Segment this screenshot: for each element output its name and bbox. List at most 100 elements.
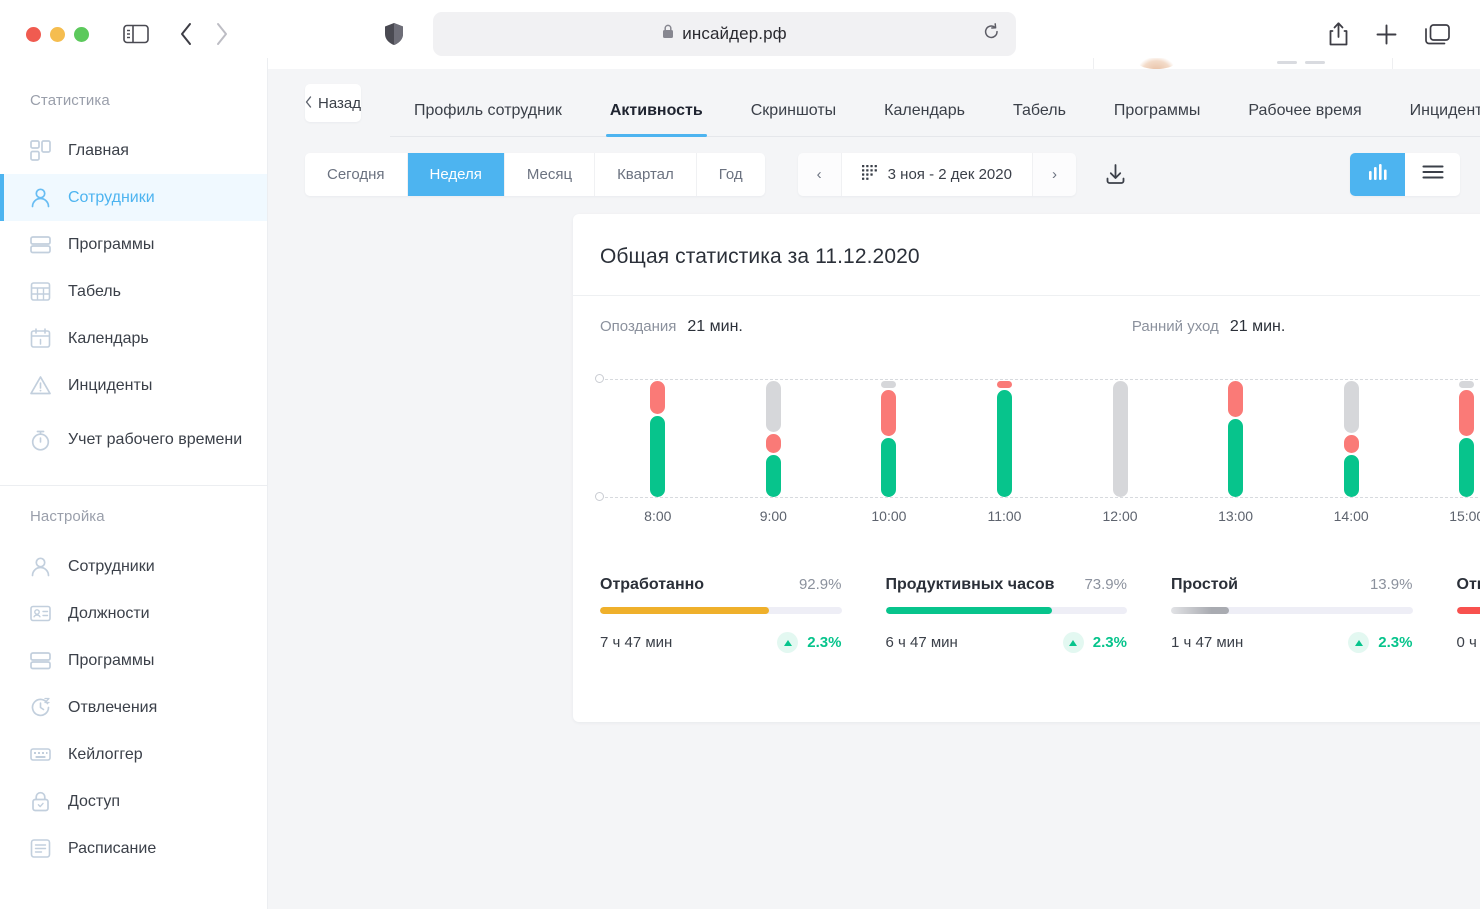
- sidebar-item-uchet-rabochego-vremeni[interactable]: Учет рабочего времени: [0, 409, 267, 471]
- sidebar-item-kalendar[interactable]: Календарь: [0, 315, 267, 362]
- chart-bar-column: [716, 379, 832, 497]
- chart-bar-segment: [1343, 381, 1359, 434]
- tab-tabel[interactable]: Табель: [989, 102, 1090, 136]
- sidebar-item-label: Программы: [68, 235, 155, 253]
- window-controls[interactable]: [26, 26, 89, 42]
- trend-up-icon: [777, 632, 799, 653]
- sidebar-item-settings-sotrudniki[interactable]: Сотрудники: [0, 543, 267, 590]
- sidebar-item-sotrudniki[interactable]: Сотрудники: [0, 174, 267, 221]
- back-button[interactable]: Назад: [305, 84, 361, 122]
- close-window-button[interactable]: [26, 26, 41, 42]
- tab-programmy[interactable]: Программы: [1090, 102, 1224, 136]
- tab-aktivnost[interactable]: Активность: [586, 102, 727, 137]
- delta-value: 2.3%: [807, 634, 842, 651]
- sidebar-item-label: Учет рабочего времени: [68, 430, 243, 448]
- chart-bar-segment: [650, 381, 666, 415]
- chart-x-label: 14:00: [1333, 508, 1369, 524]
- progress-track: [885, 607, 1127, 614]
- chart-bar-segment: [1459, 390, 1475, 436]
- stat-footer: 7 ч 47 мин 2.3%: [600, 632, 842, 653]
- tab-skrinshoty[interactable]: Скриншоты: [727, 102, 860, 136]
- user-icon: [30, 556, 51, 577]
- browser-forward-button[interactable]: [215, 22, 229, 46]
- sidebar-item-label: Расписание: [68, 839, 157, 857]
- stat-footer: 6 ч 47 мин 2.3%: [886, 632, 1127, 653]
- kpi-label: Опоздания: [600, 318, 677, 335]
- sidebar-item-label: Программы: [68, 651, 155, 669]
- chart-bar-column: [1062, 379, 1178, 497]
- download-icon[interactable]: [1103, 162, 1128, 187]
- chart-bar-segment: [1343, 455, 1359, 497]
- tab-overview-icon[interactable]: [1425, 23, 1450, 45]
- sidebar-item-label: Сотрудники: [68, 557, 155, 575]
- maximize-window-button[interactable]: [74, 26, 89, 42]
- view-chart-button[interactable]: [1350, 152, 1405, 196]
- view-list-button[interactable]: [1405, 152, 1460, 196]
- minimize-window-button[interactable]: [50, 26, 65, 42]
- period-segodnya[interactable]: Сегодня: [305, 152, 408, 196]
- stat-otrabotanno: Отработанно 92.9% 7 ч 47 мин 2.3%: [600, 576, 886, 653]
- tab-kalendar[interactable]: Календарь: [860, 102, 989, 136]
- delta-value: 2.3%: [1092, 634, 1127, 651]
- user-icon: [30, 187, 51, 208]
- shield-icon[interactable]: [384, 22, 404, 46]
- period-god[interactable]: Год: [696, 152, 765, 196]
- chart-bar-column: [1178, 379, 1294, 497]
- sidebar-item-raspisanie[interactable]: Расписание: [0, 825, 267, 872]
- chart-bar-segment: [1459, 437, 1475, 497]
- stat-name: Отвлечения: [1456, 576, 1480, 593]
- calendar-dots-icon: [861, 164, 877, 184]
- date-range-value[interactable]: 3 ноя - 2 дек 2020: [840, 152, 1033, 196]
- stat-name: Отработанно: [600, 576, 705, 593]
- chart-x-label: 10:00: [871, 508, 907, 524]
- sidebar-item-label: Кейлоггер: [68, 745, 143, 763]
- tab-incidenty[interactable]: Инциденты: [1386, 102, 1480, 136]
- share-icon[interactable]: [1329, 22, 1348, 46]
- date-prev-button[interactable]: ‹: [797, 152, 841, 196]
- browser-back-button[interactable]: [179, 22, 193, 46]
- chart-x-axis: 8:009:0010:0011:0012:0013:0014:0015:0016…: [600, 508, 1480, 524]
- chart-bar-column: [600, 379, 716, 497]
- chart-bar: [650, 379, 666, 497]
- list-document-icon: [30, 838, 51, 859]
- main-content: Назад Профиль сотрудник Активность Скрин…: [268, 58, 1480, 909]
- tab-rabochee-vremya[interactable]: Рабочее время: [1224, 102, 1385, 136]
- list-lines-icon: [1421, 164, 1444, 185]
- reload-icon[interactable]: [983, 22, 1000, 46]
- sidebar-item-settings-programmy[interactable]: Программы: [0, 637, 267, 684]
- sidebar-item-otvlecheniya[interactable]: Отвлечения: [0, 684, 267, 731]
- plus-icon[interactable]: [1376, 24, 1397, 45]
- scrolled-off-label: [1305, 61, 1325, 64]
- sidebar-item-tabel[interactable]: Табель: [0, 268, 267, 315]
- stat-header: Продуктивных часов 73.9%: [886, 576, 1128, 594]
- sidebar-toggle-icon[interactable]: [123, 24, 149, 44]
- statistics-card: Общая статистика за 11.12.2020 Опоздания…: [573, 214, 1480, 722]
- chart-bar-segment: [765, 434, 781, 454]
- gridline-bottom: [600, 497, 1480, 498]
- chart-x-label: 15:00: [1449, 508, 1480, 524]
- chart-bar-segment: [996, 381, 1012, 389]
- date-next-button[interactable]: ›: [1032, 152, 1076, 196]
- tab-profil-sotrudnik[interactable]: Профиль сотрудник: [390, 102, 586, 136]
- stopwatch-icon: [30, 430, 51, 451]
- period-mesyac[interactable]: Месяц: [504, 152, 596, 196]
- period-nedelya[interactable]: Неделя: [407, 152, 505, 196]
- clock-z-icon: [30, 697, 51, 718]
- sidebar-item-incidenty[interactable]: Инциденты: [0, 362, 267, 409]
- app-root: Статистика Главная Сотрудники Программы …: [0, 58, 1480, 909]
- stat-delta: 2.3%: [777, 632, 842, 653]
- lock-icon: [30, 791, 51, 812]
- chart-x-label: 8:00: [644, 508, 672, 524]
- sidebar-item-programmy[interactable]: Программы: [0, 221, 267, 268]
- card-title: Общая статистика за 11.12.2020: [600, 245, 920, 268]
- chart-x-label: 12:00: [1102, 508, 1138, 524]
- address-bar[interactable]: инсайдер.рф: [433, 12, 1016, 56]
- sidebar-item-glavnaya[interactable]: Главная: [0, 127, 267, 174]
- period-kvartal[interactable]: Квартал: [595, 152, 697, 196]
- sidebar-item-label: Календарь: [68, 329, 149, 347]
- chart-bar-column: [1409, 379, 1480, 497]
- sidebar-item-dostup[interactable]: Доступ: [0, 778, 267, 825]
- sidebar-item-keylogger[interactable]: Кейлоггер: [0, 731, 267, 778]
- calendar-icon: [30, 328, 51, 349]
- sidebar-item-dolzhnosti[interactable]: Должности: [0, 590, 267, 637]
